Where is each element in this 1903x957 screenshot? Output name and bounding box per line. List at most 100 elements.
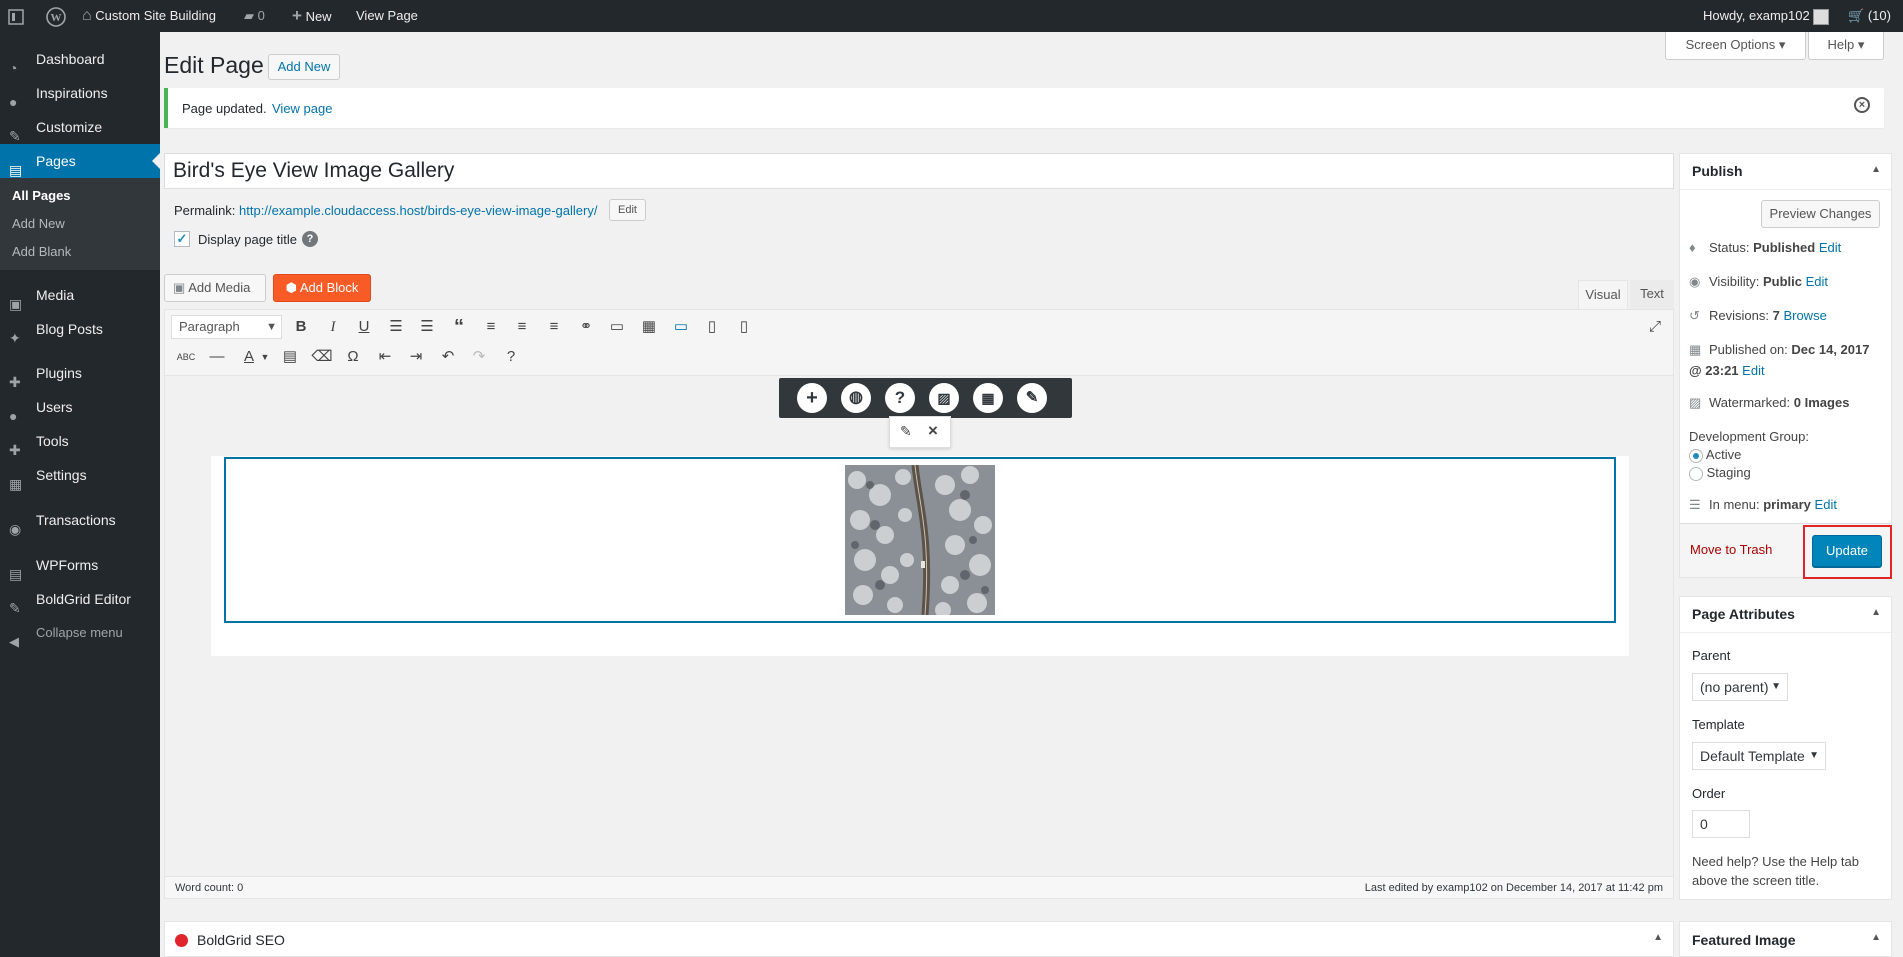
screen-options-button[interactable]: Screen Options ▾ [1665, 32, 1806, 60]
help-icon[interactable]: ? [885, 383, 915, 413]
indent-icon[interactable]: ⇥ [405, 346, 427, 368]
blockquote-icon[interactable]: “ [448, 316, 470, 338]
image-icon[interactable]: ▨ [929, 383, 959, 413]
cart-link[interactable]: 🛒 (10) [1848, 0, 1891, 32]
view-page-link[interactable]: View Page [356, 0, 418, 32]
help-icon[interactable]: ? [302, 231, 318, 247]
keyboard-shortcuts-icon[interactable]: ? [500, 346, 522, 368]
add-media-button[interactable]: ▣ Add Media [164, 274, 266, 302]
paste-text-icon[interactable]: ▤ [279, 346, 301, 368]
phone-preview-icon[interactable]: ▯ [733, 316, 755, 338]
featured-image-box[interactable]: Featured Image ▲ [1679, 921, 1892, 957]
outdent-icon[interactable]: ⇤ [374, 346, 396, 368]
bullet-list-icon[interactable]: ☰ [385, 316, 407, 338]
edit-status-link[interactable]: Edit [1819, 240, 1841, 255]
toolbar-toggle-icon[interactable]: ▦ [638, 316, 660, 338]
title-input[interactable] [164, 153, 1674, 189]
layout-icon[interactable]: ▦ [973, 383, 1003, 413]
comments-link[interactable]: ▰ 0 [244, 0, 265, 32]
permalink-edit-button[interactable]: Edit [609, 199, 646, 221]
help-button[interactable]: Help ▾ [1808, 32, 1884, 60]
radio-active-row[interactable]: Active [1689, 447, 1741, 463]
sidebar-item-inspirations[interactable]: ● Inspirations [0, 76, 160, 110]
bold-icon[interactable]: B [290, 316, 312, 338]
sidebar-item-users[interactable]: ● Users [0, 390, 160, 424]
update-notice: Page updated. View page × [164, 88, 1884, 128]
italic-icon[interactable]: I [322, 316, 344, 338]
content-area [211, 456, 1629, 656]
submenu-add-blank[interactable]: Add Blank [12, 244, 71, 259]
submenu-all-pages[interactable]: All Pages [12, 188, 71, 203]
home-icon: ⌂ [82, 7, 92, 24]
align-left-icon[interactable]: ≡ [480, 316, 502, 338]
read-more-icon[interactable]: ▭ [606, 316, 628, 338]
order-input[interactable]: 0 [1692, 810, 1750, 838]
sidebar-item-wpforms[interactable]: ▤ WPForms [0, 548, 160, 582]
caret-up-icon[interactable]: ▲ [1653, 932, 1663, 943]
radio-staging-row[interactable]: Staging [1689, 465, 1751, 481]
my-account-link[interactable]: Howdy, examp102 [1703, 0, 1830, 32]
sidebar-item-tools[interactable]: ✚ Tools [0, 424, 160, 458]
collapse-menu[interactable]: ◀ Collapse menu [0, 616, 160, 650]
sidebar-item-boldgrid-editor[interactable]: ✎ BoldGrid Editor [0, 582, 160, 616]
sidebar-item-dashboard[interactable]: ◔ Dashboard [0, 42, 160, 76]
add-section-icon[interactable]: + [797, 383, 827, 413]
preview-changes-button[interactable]: Preview Changes [1761, 200, 1880, 228]
tab-visual[interactable]: Visual [1578, 280, 1628, 310]
parent-select[interactable]: (no parent) ▼ [1692, 673, 1788, 701]
display-title-checkbox[interactable]: ✓ [174, 231, 190, 247]
permalink-link[interactable]: http://example.cloudaccess.host/birds-ey… [239, 203, 597, 218]
format-select[interactable]: Paragraph ▼ [171, 315, 282, 339]
site-name-link[interactable]: ⌂ Custom Site Building [82, 0, 216, 32]
special-character-icon[interactable]: Ω [342, 346, 364, 368]
sidebar-item-customize[interactable]: ✎ Customize [0, 110, 160, 144]
sidebar-toggle-icon[interactable] [8, 0, 24, 32]
add-new-button[interactable]: Add New [268, 54, 340, 80]
edit-visibility-link[interactable]: Edit [1806, 274, 1828, 289]
align-right-icon[interactable]: ≡ [543, 316, 565, 338]
template-select[interactable]: Default Template ▼ [1692, 742, 1826, 770]
move-to-trash-link[interactable]: Move to Trash [1690, 542, 1772, 557]
edit-menu-link[interactable]: Edit [1815, 497, 1837, 512]
caret-up-icon[interactable]: ▲ [1871, 932, 1881, 943]
browse-revisions-link[interactable]: Browse [1783, 308, 1826, 323]
caret-up-icon[interactable]: ▲ [1871, 164, 1881, 175]
tab-text[interactable]: Text [1630, 280, 1674, 310]
view-page-link[interactable]: View page [272, 101, 332, 116]
submenu-add-new[interactable]: Add New [12, 216, 65, 231]
sidebar-item-blog-posts[interactable]: ✦ Blog Posts [0, 312, 160, 346]
caret-up-icon[interactable]: ▲ [1871, 607, 1881, 618]
caret-down-icon[interactable]: ▼ [254, 346, 276, 368]
sidebar-item-plugins[interactable]: ✚ Plugins [0, 356, 160, 390]
sidebar-item-transactions[interactable]: ◉ Transactions [0, 503, 160, 537]
clear-formatting-icon[interactable]: ⌫ [311, 346, 333, 368]
link-icon[interactable]: ⚭ [575, 316, 597, 338]
edit-image-icon[interactable]: ✎ [900, 423, 912, 440]
globe-icon[interactable]: ◍ [841, 383, 871, 413]
dismiss-icon[interactable]: × [1854, 97, 1870, 113]
sidebar-item-pages[interactable]: ▤ Pages [0, 144, 160, 178]
selected-image-block[interactable] [224, 457, 1616, 623]
add-block-button[interactable]: ⬢ Add Block [273, 274, 371, 302]
boldgrid-seo-box[interactable]: BoldGrid SEO ▲ [164, 921, 1674, 957]
sidebar-item-settings[interactable]: ▦ Settings [0, 458, 160, 492]
sidebar-item-media[interactable]: ▣ Media [0, 278, 160, 312]
pencil-icon[interactable]: ✎ [1017, 383, 1047, 413]
strikethrough-icon[interactable]: ABC [175, 346, 197, 368]
fullscreen-icon[interactable]: ⤢ [1644, 316, 1666, 338]
word-count: Word count: 0 [175, 882, 244, 894]
align-center-icon[interactable]: ≡ [511, 316, 533, 338]
desktop-preview-icon[interactable]: ▭ [670, 316, 692, 338]
underline-icon[interactable]: U [353, 316, 375, 338]
redo-icon[interactable]: ↷ [468, 346, 490, 368]
remove-image-icon[interactable]: × [928, 421, 938, 441]
update-button[interactable]: Update [1812, 535, 1882, 567]
tablet-preview-icon[interactable]: ▯ [701, 316, 723, 338]
undo-icon[interactable]: ↶ [437, 346, 459, 368]
numbered-list-icon[interactable]: ☰ [416, 316, 438, 338]
horizontal-line-icon[interactable]: — [206, 346, 228, 368]
new-content-link[interactable]: + New [292, 0, 332, 32]
aerial-forest-road-image[interactable] [845, 465, 995, 615]
wordpress-logo-icon[interactable]: W [46, 0, 66, 32]
edit-date-link[interactable]: Edit [1742, 363, 1764, 378]
